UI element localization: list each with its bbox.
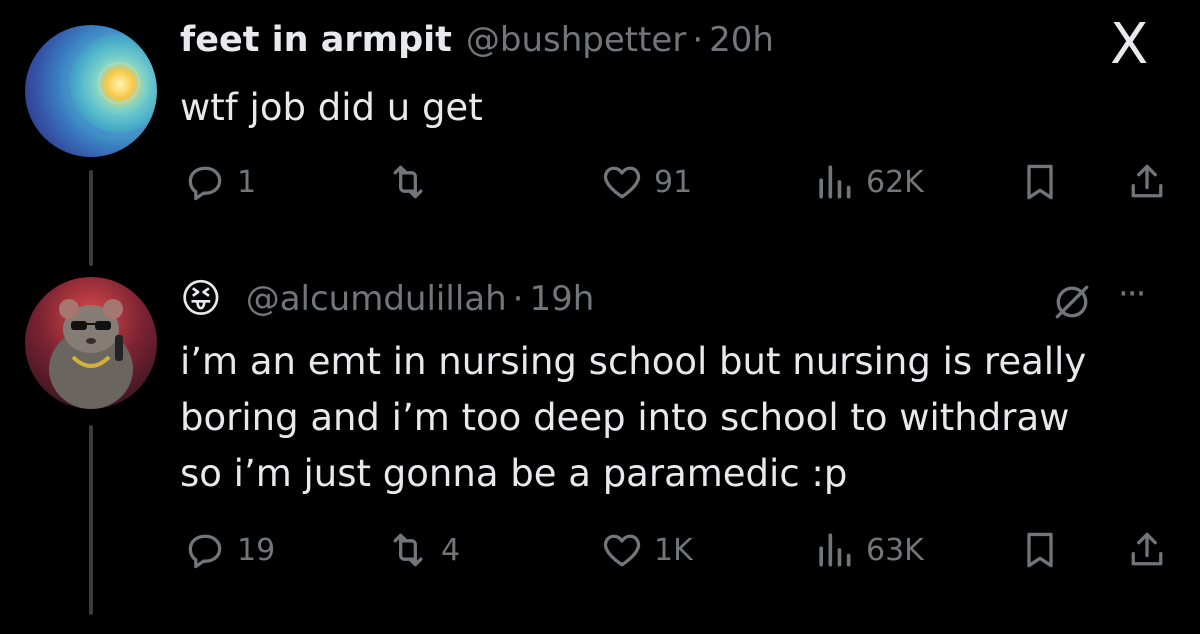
more-icon[interactable]: ··· — [1118, 274, 1146, 314]
reply-button[interactable]: 1 — [183, 160, 256, 204]
separator: · — [512, 279, 524, 319]
share-button[interactable] — [1125, 528, 1169, 572]
x-logo-icon[interactable]: X — [1110, 12, 1148, 77]
share-icon — [1131, 164, 1163, 198]
display-name[interactable]: feet in armpit — [180, 20, 452, 60]
repost-button[interactable]: 4 — [385, 528, 460, 572]
tweet1-header: feet in armpit @bushpetter · 20h — [180, 20, 774, 60]
display-name-emoji[interactable]: 😝 — [180, 274, 222, 324]
grok-icon[interactable] — [1050, 280, 1094, 328]
repost-icon — [393, 165, 423, 199]
heart-icon — [603, 534, 641, 567]
handle[interactable]: @bushpetter — [466, 20, 686, 60]
like-button[interactable]: 91 — [600, 160, 692, 204]
handle[interactable]: @alcumdulillah — [246, 279, 507, 319]
avatar-alcumdulillah[interactable] — [25, 277, 157, 409]
reply-icon — [188, 534, 222, 569]
repost-button[interactable] — [385, 160, 441, 204]
like-count: 1K — [654, 532, 693, 568]
bookmark-button[interactable] — [1018, 160, 1062, 204]
bookmark-icon — [1027, 164, 1053, 200]
tweet2-text-line: i’m an emt in nursing school but nursing… — [180, 340, 1087, 383]
tweet1-text: wtf job did u get — [180, 86, 483, 129]
bookmark-button[interactable] — [1018, 528, 1062, 572]
share-icon — [1131, 532, 1163, 566]
reply-count: 1 — [237, 164, 257, 200]
tweet2-text-line: boring and i’m too deep into school to w… — [180, 396, 1070, 439]
views-count: 63K — [866, 532, 924, 568]
thread-line — [89, 425, 93, 615]
separator: · — [692, 20, 704, 60]
share-button[interactable] — [1125, 160, 1169, 204]
tweet2-text-line: so i’m just gonna be a paramedic :p — [180, 452, 848, 495]
views-button[interactable]: 63K — [812, 528, 924, 572]
like-button[interactable]: 1K — [600, 528, 693, 572]
repost-icon — [393, 533, 423, 567]
views-icon — [819, 165, 851, 199]
tweet2-text: i’m an emt in nursing school but nursing… — [180, 334, 1086, 502]
like-count: 91 — [654, 164, 693, 200]
repost-count: 4 — [441, 532, 461, 568]
avatar-bushpetter[interactable] — [25, 25, 157, 157]
reply-button[interactable]: 19 — [183, 528, 275, 572]
timestamp[interactable]: 20h — [709, 20, 774, 60]
thread-line — [89, 170, 93, 266]
tweet2-header: 😝 @alcumdulillah · 19h — [180, 274, 594, 324]
heart-icon — [603, 166, 641, 199]
reply-icon — [188, 166, 222, 201]
views-icon — [819, 533, 851, 567]
views-button[interactable]: 62K — [812, 160, 924, 204]
reply-count: 19 — [237, 532, 276, 568]
bookmark-icon — [1027, 532, 1053, 568]
views-count: 62K — [866, 164, 924, 200]
timestamp[interactable]: 19h — [529, 279, 594, 319]
